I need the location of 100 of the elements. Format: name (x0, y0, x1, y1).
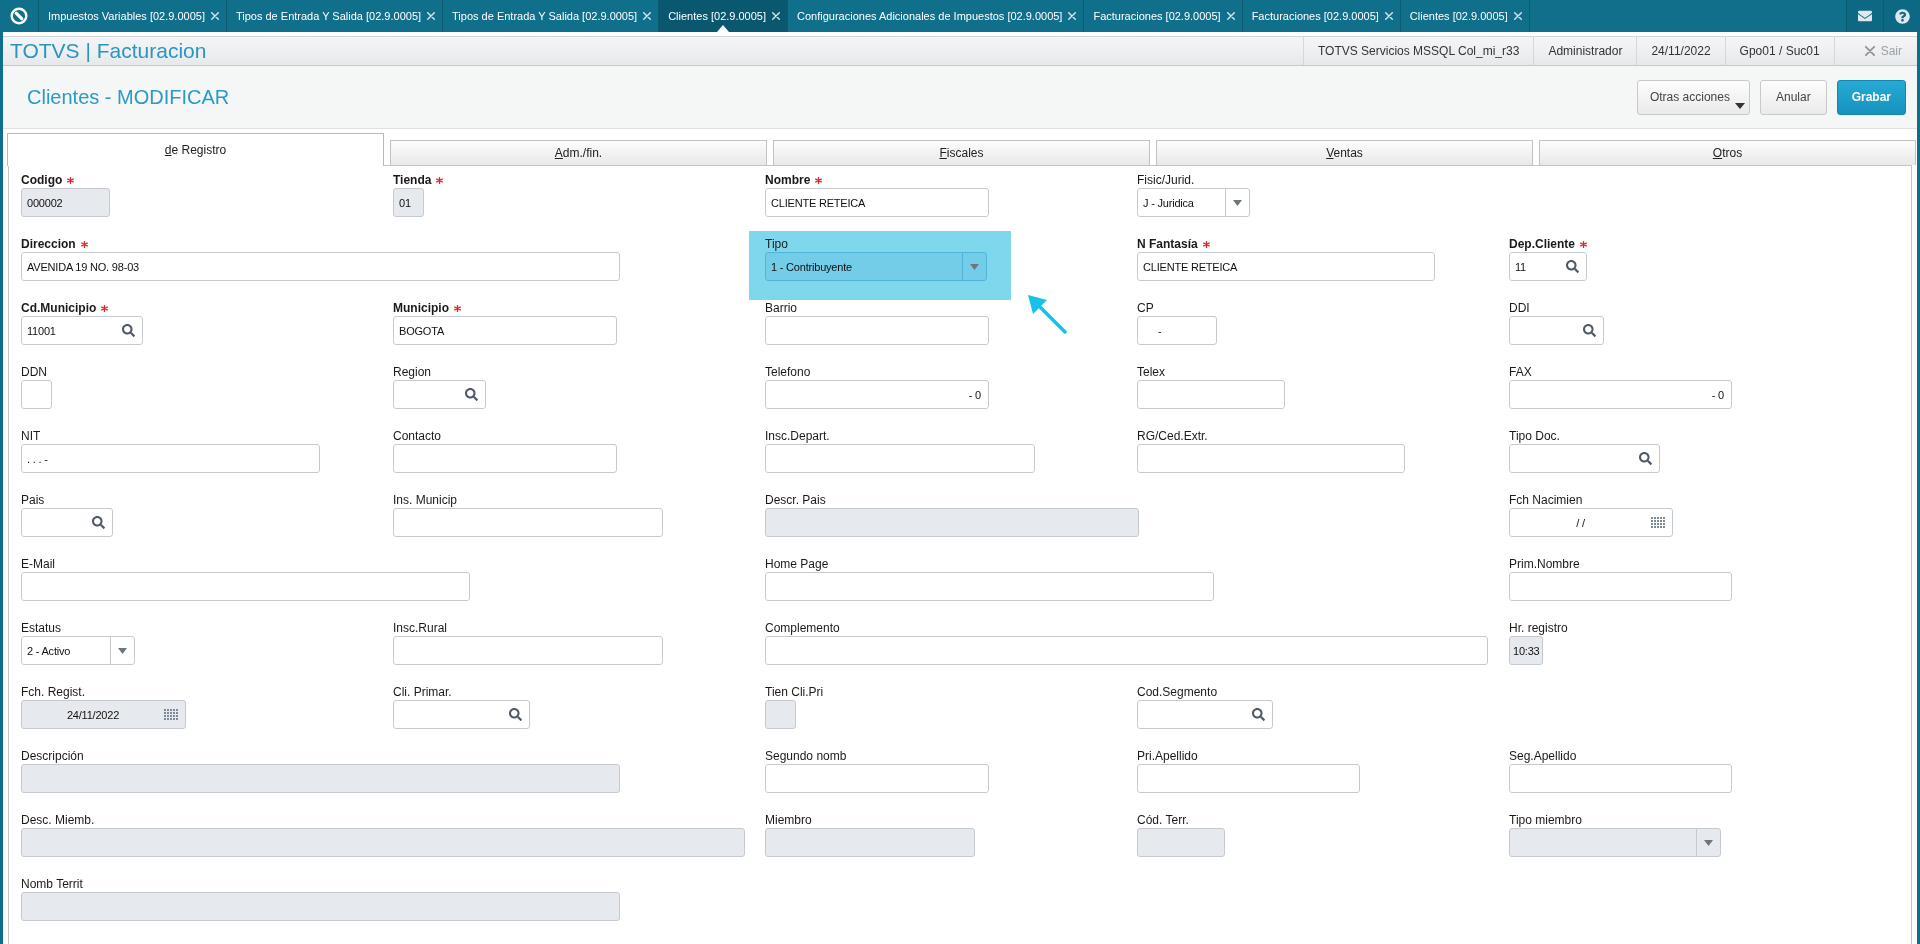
ring-logo-icon[interactable] (10, 7, 28, 25)
field-label: Telefono (765, 365, 811, 379)
input-field[interactable]: - 0 (1509, 380, 1732, 409)
input-field[interactable] (1137, 764, 1360, 793)
input-field[interactable] (1137, 444, 1405, 473)
input-field[interactable] (393, 636, 663, 665)
annotation-arrow (1027, 294, 1067, 334)
form-tab[interactable]: Otros (1539, 140, 1916, 165)
field-label: Ins. Municip (393, 493, 458, 507)
required-asterisk-icon (1580, 240, 1587, 248)
select-field[interactable]: J - Juridica (1137, 188, 1250, 217)
required-asterisk-icon (1202, 240, 1210, 248)
form-tab[interactable]: Adm./fin. (390, 140, 767, 165)
input-field[interactable]: CLIENTE RETEICA (765, 188, 989, 217)
search-icon[interactable] (509, 708, 522, 721)
field-label: Miembro (765, 813, 812, 827)
caret-down-icon[interactable] (118, 647, 127, 654)
lookup-field[interactable] (1137, 700, 1273, 729)
input-field[interactable] (21, 572, 470, 601)
field-label: Municipio (393, 301, 449, 315)
required-asterisk-icon (67, 176, 75, 184)
field-label: Descr. Pais (765, 493, 826, 507)
input-field[interactable]: CLIENTE RETEICA (1137, 252, 1435, 281)
lookup-field[interactable] (1509, 316, 1604, 345)
lookup-field[interactable]: 11001 (21, 316, 143, 345)
field-label: Descripción (21, 749, 84, 763)
input-field[interactable] (765, 572, 1214, 601)
page-title: Clientes - MODIFICAR (27, 85, 230, 109)
select-field[interactable]: 2 - Activo (21, 636, 135, 665)
field-label: Hr. registro (1509, 621, 1568, 635)
input-field[interactable]: . . . - (21, 444, 320, 473)
input-field[interactable] (1509, 764, 1732, 793)
session-info: Administrador (1533, 37, 1637, 65)
field-label: Pais (21, 493, 45, 507)
field-label: Insc.Depart. (765, 429, 830, 443)
field-label: FAX (1509, 365, 1532, 379)
select-field[interactable]: 1 - Contribuyente (765, 252, 987, 281)
field-label: DDN (21, 365, 47, 379)
field-label: Home Page (765, 557, 829, 571)
cancel-button[interactable]: Anular (1759, 79, 1827, 115)
lookup-field[interactable] (393, 700, 530, 729)
field-label: Dep.Cliente (1509, 237, 1575, 251)
required-asterisk-icon (815, 176, 823, 184)
input-field[interactable]: BOGOTA (393, 316, 617, 345)
field-label: Prim.Nombre (1509, 557, 1580, 571)
field-label: Desc. Miemb. (21, 813, 95, 827)
input-field[interactable]: - (1137, 316, 1217, 345)
field-label: Barrio (765, 301, 797, 315)
form-tab[interactable]: de Registro (7, 133, 384, 166)
caret-down-icon (1734, 102, 1745, 109)
form-tab[interactable]: Ventas (1156, 140, 1533, 165)
mail-button[interactable] (1846, 0, 1883, 32)
session-info: TOTVS Servicios MSSQL Col_mi_r33 (1303, 37, 1534, 65)
menu-button[interactable]: Otras acciones (1636, 79, 1750, 115)
input-field[interactable] (21, 380, 52, 409)
field-label: Region (393, 365, 432, 379)
field-label: Tipo Doc. (1509, 429, 1560, 443)
required-asterisk-icon (436, 176, 444, 184)
input-field[interactable] (1137, 380, 1285, 409)
lookup-field[interactable]: 11 (1509, 252, 1587, 281)
caret-down-icon[interactable] (970, 263, 979, 270)
search-icon[interactable] (92, 516, 105, 529)
field-label: Estatus (21, 621, 62, 635)
input-field[interactable] (765, 764, 989, 793)
input-field[interactable] (393, 508, 663, 537)
field-label: Nomb Territ (21, 877, 83, 891)
required-asterisk-icon (454, 304, 461, 312)
search-icon[interactable] (1583, 324, 1596, 337)
search-icon[interactable] (465, 388, 478, 401)
input-field[interactable] (393, 444, 617, 473)
input-field[interactable]: AVENIDA 19 NO. 98-03 (21, 252, 620, 281)
date-field[interactable]: / / (1509, 508, 1673, 537)
search-icon[interactable] (1566, 260, 1579, 273)
field-label: CP (1137, 301, 1154, 315)
field-label: E-Mail (21, 557, 55, 571)
lookup-field[interactable] (1509, 444, 1660, 473)
search-icon[interactable] (1639, 452, 1652, 465)
field-label: Cod.Segmento (1137, 685, 1218, 699)
field-label: Tipo miembro (1509, 813, 1582, 827)
caret-down-icon[interactable] (1233, 199, 1242, 206)
mail-icon (1858, 9, 1872, 23)
app-tab[interactable]: Clientes [02.9.0005] (659, 0, 789, 32)
field-label: N Fantasía (1137, 237, 1198, 251)
search-icon[interactable] (1252, 708, 1265, 721)
help-button[interactable] (1883, 0, 1920, 32)
lookup-field[interactable] (393, 380, 486, 409)
input-field[interactable] (765, 444, 1035, 473)
input-field[interactable]: - 0 (765, 380, 989, 409)
search-icon[interactable] (122, 324, 135, 337)
field-label: Insc.Rural (393, 621, 448, 635)
input-field[interactable] (1509, 572, 1732, 601)
form-tab[interactable]: Fiscales (773, 140, 1150, 165)
lookup-field[interactable] (21, 508, 113, 537)
field-label: Complemento (765, 621, 840, 635)
input-field[interactable] (765, 316, 989, 345)
field-label: RG/Ced.Extr. (1137, 429, 1208, 443)
session-info: 24/11/2022 (1636, 37, 1725, 65)
calendar-icon[interactable] (1651, 517, 1665, 528)
session-info: Gpo01 / Suc01 (1724, 37, 1834, 65)
input-field[interactable] (765, 636, 1488, 665)
